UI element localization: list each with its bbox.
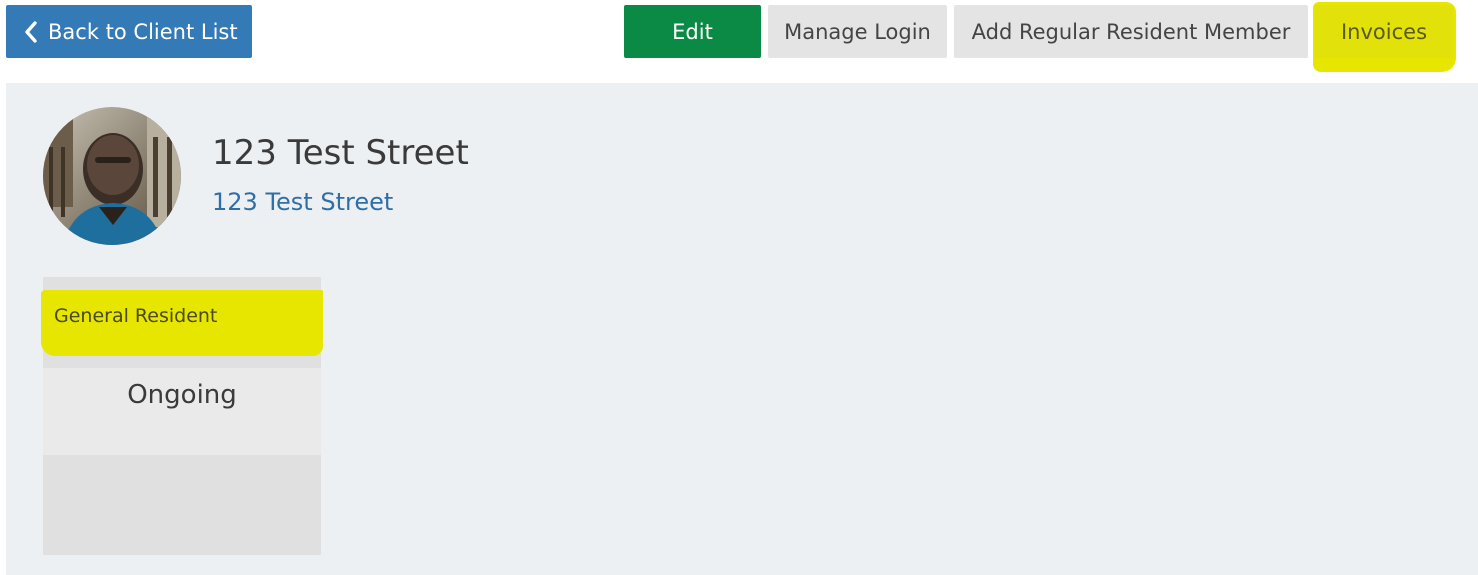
client-detail-page: Back to Client List Edit Manage Login Ad…	[0, 0, 1478, 575]
avatar-photo	[43, 107, 181, 245]
client-title: 123 Test Street	[212, 133, 469, 173]
add-member-label: Add Regular Resident Member	[971, 19, 1291, 44]
membership-card-status: Ongoing	[127, 380, 237, 410]
invoices-label: Invoices	[1340, 19, 1428, 44]
client-address-link[interactable]: 123 Test Street	[212, 188, 393, 216]
chevron-left-icon	[25, 20, 37, 43]
back-button-label: Back to Client List	[48, 19, 238, 44]
manage-login-label: Manage Login	[784, 19, 931, 44]
add-regular-resident-member-button[interactable]: Add Regular Resident Member	[954, 5, 1308, 58]
edit-button[interactable]: Edit	[624, 5, 761, 58]
manage-login-button[interactable]: Manage Login	[768, 5, 947, 58]
invoices-button[interactable]: Invoices	[1315, 5, 1453, 58]
avatar	[43, 107, 181, 245]
back-to-client-list-button[interactable]: Back to Client List	[6, 5, 252, 58]
membership-card-header: General Resident	[54, 305, 218, 327]
edit-button-label: Edit	[672, 19, 713, 44]
